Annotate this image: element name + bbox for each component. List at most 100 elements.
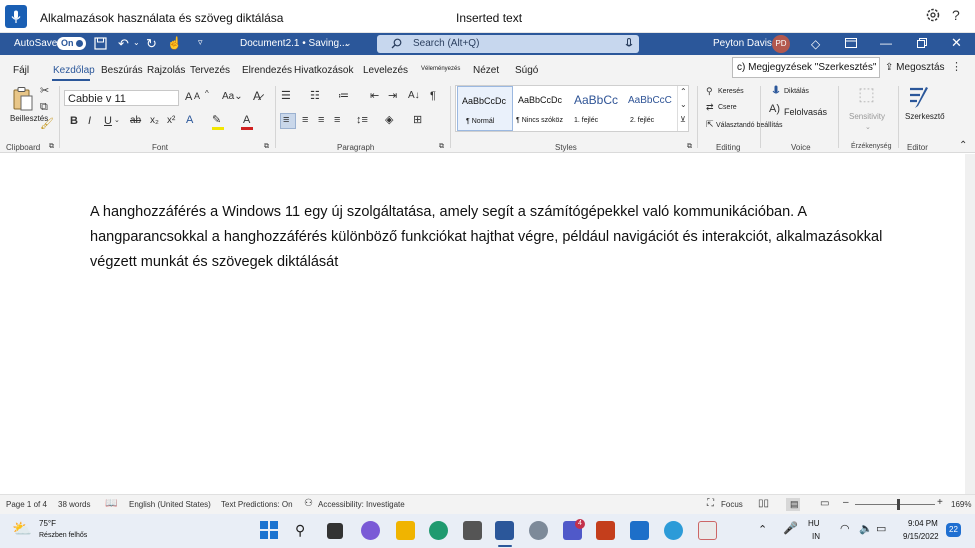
notification-count[interactable]: 22 xyxy=(946,523,961,537)
text-effects-icon[interactable]: A xyxy=(186,115,193,126)
clear-formatting-icon[interactable]: A̷ xyxy=(253,90,261,102)
borders-icon[interactable]: ⊞ xyxy=(413,115,422,126)
mail-icon[interactable] xyxy=(630,521,649,540)
page-count[interactable]: Page 1 of 4 xyxy=(6,500,47,509)
more-options-icon[interactable]: ⋮ xyxy=(951,60,962,73)
clock-date[interactable]: 9/15/2022 xyxy=(903,532,939,541)
language-top[interactable]: HU xyxy=(808,519,820,528)
paste-icon[interactable] xyxy=(12,86,34,112)
tab-review[interactable]: Véleményezés xyxy=(421,66,460,72)
expand-gallery-icon[interactable]: ⊻ xyxy=(680,116,686,124)
language-bottom[interactable]: IN xyxy=(812,532,820,541)
diamond-icon[interactable]: ◇ xyxy=(811,37,820,51)
dialog-launcher-icon[interactable]: ⧉ xyxy=(687,143,692,150)
find-label[interactable]: Keresés xyxy=(718,88,744,95)
word-icon[interactable] xyxy=(495,521,514,540)
powerpoint-icon[interactable] xyxy=(596,521,615,540)
style-heading-1[interactable]: AaBbCc 1. fejléc xyxy=(570,86,626,131)
chevron-down-icon[interactable]: ⌄ xyxy=(680,101,687,109)
word-count[interactable]: 38 words xyxy=(58,500,90,509)
dialog-launcher-icon[interactable]: ⧉ xyxy=(49,143,54,150)
increase-indent-icon[interactable]: ⇥ xyxy=(388,91,397,102)
select-icon[interactable]: ⇱ xyxy=(706,120,714,129)
tab-references[interactable]: Hivatkozások xyxy=(294,65,353,76)
avatar[interactable]: PD xyxy=(772,35,790,53)
save-icon[interactable] xyxy=(94,37,107,50)
style-heading-2[interactable]: AaBbCcC 2. fejléc xyxy=(624,86,678,131)
style-no-spacing[interactable]: AaBbCcDc ¶ Nincs szóköz xyxy=(514,86,570,131)
tab-draw[interactable]: Rajzolás xyxy=(147,65,185,76)
vertical-scrollbar[interactable] xyxy=(965,154,975,494)
replace-icon[interactable]: ⇄ xyxy=(706,103,714,112)
start-icon[interactable] xyxy=(260,521,278,539)
zoom-out-icon[interactable]: – xyxy=(843,497,849,508)
help-icon[interactable]: ? xyxy=(952,7,960,23)
dictate-icon[interactable] xyxy=(772,85,780,97)
undo-dropdown-icon[interactable]: ⌄ xyxy=(133,38,140,47)
undo-icon[interactable]: ↶ xyxy=(118,36,129,52)
edge-icon[interactable] xyxy=(429,521,448,540)
align-center-icon[interactable]: ≡ xyxy=(302,115,308,126)
dialog-launcher-icon[interactable]: ⧉ xyxy=(439,143,444,150)
bold-icon[interactable]: B xyxy=(70,116,78,127)
gear-icon[interactable] xyxy=(925,7,943,25)
read-aloud-icon[interactable]: A) xyxy=(769,104,780,115)
weather-temperature[interactable]: 75°F xyxy=(39,519,56,528)
justify-icon[interactable]: ≡ xyxy=(334,115,340,126)
volume-icon[interactable]: 🔈 xyxy=(859,522,873,535)
weather-icon[interactable]: ⛅ xyxy=(12,519,32,539)
chevron-up-icon[interactable]: ⌃ xyxy=(680,88,687,96)
dialog-launcher-icon[interactable]: ⧉ xyxy=(264,143,269,150)
autosave-toggle[interactable]: On xyxy=(57,37,86,50)
chat-icon[interactable] xyxy=(361,521,380,540)
microphone-icon[interactable] xyxy=(5,5,27,28)
bullets-icon[interactable]: ☰ xyxy=(281,91,291,102)
font-name-input[interactable]: Cabbie v 11 xyxy=(64,90,179,106)
chevron-down-icon[interactable]: ⌄ xyxy=(344,38,352,49)
tab-home[interactable]: Kezdőlap xyxy=(53,65,95,76)
copy-icon[interactable]: ⧉ xyxy=(40,102,48,113)
superscript-icon[interactable]: x² xyxy=(167,116,175,126)
minimize-icon[interactable]: — xyxy=(880,36,892,50)
redo-icon[interactable]: ↻ xyxy=(146,36,157,52)
tab-help[interactable]: Súgó xyxy=(515,65,538,76)
cut-icon[interactable]: ✂ xyxy=(40,86,49,97)
microphone-icon[interactable]: 🎤 xyxy=(783,521,798,535)
accessibility-status[interactable]: Accessibility: Investigate xyxy=(318,500,405,509)
read-aloud-label[interactable]: Felolvasás xyxy=(784,107,827,117)
sort-icon[interactable]: A↓ xyxy=(408,91,420,101)
dictate-label[interactable]: Diktálás xyxy=(784,88,809,95)
italic-icon[interactable]: I xyxy=(88,116,91,127)
people-icon[interactable] xyxy=(664,521,683,540)
search-icon[interactable]: ⚲ xyxy=(295,522,305,539)
task-view-icon[interactable] xyxy=(327,523,343,539)
collapse-ribbon-icon[interactable]: ⌃ xyxy=(959,141,967,151)
focus-button[interactable]: Focus xyxy=(721,500,743,509)
zoom-level[interactable]: 169% xyxy=(951,500,971,509)
restore-icon[interactable] xyxy=(917,38,927,48)
tab-insert[interactable]: Beszúrás xyxy=(101,65,143,76)
zoom-in-icon[interactable]: + xyxy=(937,497,943,508)
text-predictions-status[interactable]: Text Predictions: On xyxy=(221,500,293,509)
settings-icon[interactable] xyxy=(529,521,548,540)
replace-label[interactable]: Csere xyxy=(718,104,737,111)
battery-icon[interactable]: ▭ xyxy=(876,522,886,535)
zoom-slider-thumb[interactable] xyxy=(897,499,900,510)
underline-dropdown-icon[interactable]: ⌄ xyxy=(114,117,120,124)
search-input[interactable]: Search (Alt+Q) xyxy=(377,35,639,53)
tab-layout[interactable]: Elrendezés xyxy=(242,65,292,76)
align-right-icon[interactable]: ≡ xyxy=(318,115,324,126)
style-normal[interactable]: AaBbCcDc ¶ Normál xyxy=(457,86,513,131)
weather-description[interactable]: Részben felhős xyxy=(39,532,87,539)
shrink-font-icon[interactable]: A xyxy=(194,92,200,101)
snipping-tool-icon[interactable] xyxy=(698,521,717,540)
microphone-icon[interactable] xyxy=(625,38,633,50)
web-layout-icon[interactable]: ▭ xyxy=(820,498,829,509)
tab-file[interactable]: Fájl xyxy=(13,65,29,76)
zoom-slider-track[interactable] xyxy=(855,504,935,505)
format-painter-icon[interactable]: 🖌 xyxy=(40,119,54,130)
editor-button-label[interactable]: Szerkesztő xyxy=(905,112,945,121)
search-icon[interactable]: ⚲ xyxy=(706,87,713,96)
clock-time[interactable]: 9:04 PM xyxy=(908,519,938,528)
multilevel-list-icon[interactable]: ≔ xyxy=(338,91,349,102)
